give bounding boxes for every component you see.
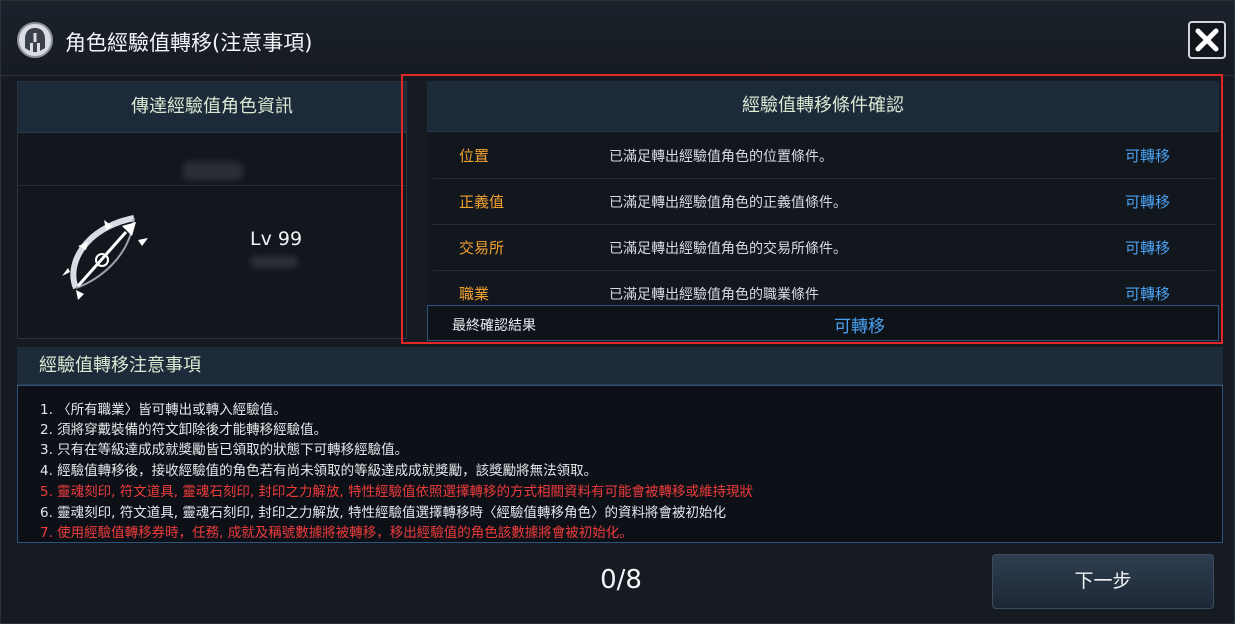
condition-status: 可轉移 (1125, 285, 1171, 303)
note-item: 3. 只有在等級達成成就獎勵皆已領取的狀態下可轉移經驗值。 (40, 442, 409, 458)
note-item: 4. 經驗值轉移後，接收經驗值的角色若有尚未領取的等級達成成就獎勵，該獎勵將無法… (40, 463, 598, 479)
condition-description: 已滿足轉出經驗值角色的職業條件 (609, 287, 819, 303)
transfer-conditions-panel: 經驗值轉移條件確認 位置 已滿足轉出經驗值角色的位置條件。 可轉移 正義值 已滿… (427, 81, 1219, 341)
condition-description: 已滿足轉出經驗值角色的交易所條件。 (609, 241, 847, 257)
page-count: 0/8 (600, 565, 642, 595)
condition-name: 位置 (459, 147, 490, 165)
character-subtext-redacted (250, 256, 298, 268)
condition-description: 已滿足轉出經驗值角色的位置條件。 (609, 149, 833, 165)
title-bar: 角色經驗值轉移(注意事項) (1, 1, 1234, 76)
condition-row-exchange: 交易所 已滿足轉出經驗值角色的交易所條件。 可轉移 (433, 225, 1215, 271)
notes-list: 1. 〈所有職業〉皆可轉出或轉入經驗值。 2. 須將穿戴裝備的符文卸除後才能轉移… (17, 385, 1223, 543)
condition-status: 可轉移 (1125, 147, 1171, 165)
conditions-list[interactable]: 位置 已滿足轉出經驗值角色的位置條件。 可轉移 正義值 已滿足轉出經驗值角色的正… (427, 133, 1219, 303)
note-item-warning: 5. 靈魂刻印, 符文道具, 靈魂石刻印, 封印之力解放, 特性經驗值依照選擇轉… (40, 484, 754, 500)
final-result-label: 最終確認結果 (452, 318, 536, 334)
condition-name: 正義值 (459, 193, 505, 211)
window-title: 角色經驗值轉移(注意事項) (65, 31, 313, 55)
condition-name: 職業 (459, 285, 490, 303)
close-button[interactable] (1188, 21, 1226, 59)
note-item: 6. 靈魂刻印, 符文道具, 靈魂石刻印, 封印之力解放, 特性經驗值選擇轉移時… (40, 505, 727, 521)
source-character-header: 傳達經驗值角色資訊 (18, 82, 406, 133)
notes-header: 經驗值轉移注意事項 (17, 347, 1223, 385)
condition-name: 交易所 (459, 239, 505, 257)
character-level: Lv 99 (250, 228, 303, 250)
helmet-icon (17, 22, 53, 58)
condition-row-justice: 正義值 已滿足轉出經驗值角色的正義值條件。 可轉移 (433, 179, 1215, 225)
character-name-redacted (183, 162, 243, 180)
note-item-warning: 7. 使用經驗值轉移券時，任務, 成就及稱號數據將被轉移，移出經驗值的角色該數據… (40, 525, 633, 541)
condition-row-class: 職業 已滿足轉出經驗值角色的職業條件 可轉移 (433, 271, 1215, 303)
bow-icon (56, 210, 156, 300)
next-button[interactable]: 下一步 (992, 554, 1214, 609)
note-item: 2. 須將穿戴裝備的符文卸除後才能轉移經驗值。 (40, 422, 328, 438)
close-icon (1195, 28, 1219, 52)
condition-status: 可轉移 (1125, 193, 1171, 211)
source-character-panel: 傳達經驗值角色資訊 Lv 99 (17, 81, 407, 339)
final-result-box: 最終確認結果 可轉移 (427, 305, 1219, 341)
condition-status: 可轉移 (1125, 239, 1171, 257)
divider (18, 185, 406, 186)
note-item: 1. 〈所有職業〉皆可轉出或轉入經驗值。 (40, 402, 287, 418)
final-result-value: 可轉移 (834, 317, 885, 337)
conditions-header: 經驗值轉移條件確認 (427, 81, 1219, 132)
experience-transfer-window: 角色經驗值轉移(注意事項) 傳達經驗值角色資訊 Lv 99 經驗值轉移條件確認 (0, 0, 1235, 624)
condition-description: 已滿足轉出經驗值角色的正義值條件。 (609, 195, 847, 211)
condition-row-location: 位置 已滿足轉出經驗值角色的位置條件。 可轉移 (433, 133, 1215, 179)
